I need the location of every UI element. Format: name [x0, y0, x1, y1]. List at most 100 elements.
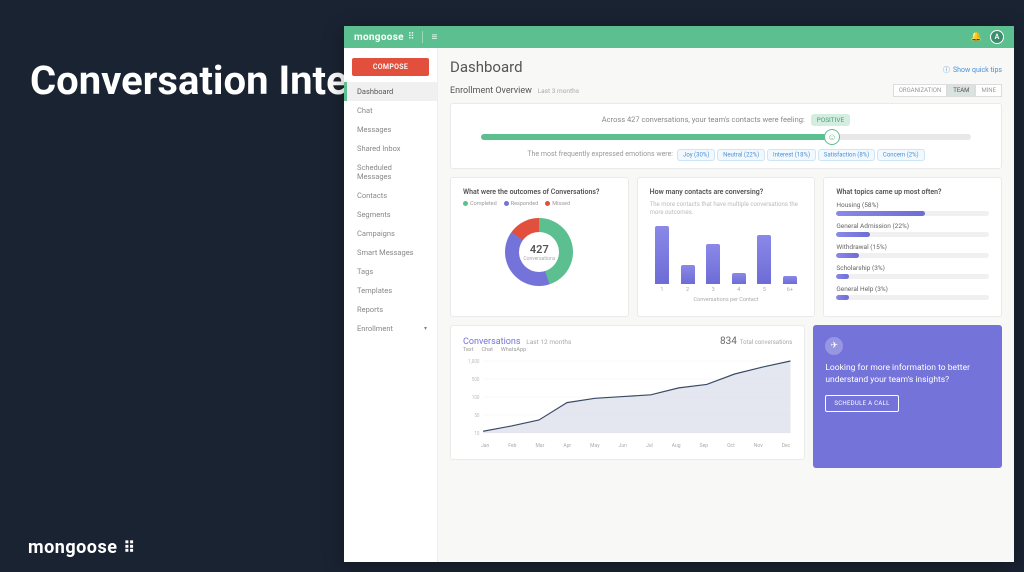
- topic-row: Withdrawal (15%): [836, 243, 989, 258]
- outcomes-donut-chart: 427 Conversations: [505, 218, 573, 286]
- donut-label: Conversations: [523, 256, 555, 262]
- month-label: Jan: [481, 443, 489, 449]
- bar-column: 3: [705, 244, 722, 293]
- paw-icon: ⠿: [408, 32, 415, 42]
- chart-subtitle: The more contacts that have multiple con…: [650, 201, 803, 217]
- smile-icon: ☺: [824, 129, 840, 145]
- section-title: Enrollment Overview: [450, 86, 532, 96]
- page-title: Dashboard: [450, 58, 523, 76]
- sidebar-item-enrollment[interactable]: Enrollment▾: [344, 319, 437, 338]
- month-label: Dec: [782, 443, 791, 449]
- period-label: Last 12 months: [526, 338, 571, 346]
- bar-column: 2: [679, 265, 696, 292]
- donut-value: 427: [523, 243, 555, 256]
- sidebar-item-tags[interactable]: Tags: [344, 262, 437, 281]
- chevron-down-icon: ▾: [424, 325, 427, 332]
- quick-tips-link[interactable]: ⓘ Show quick tips: [943, 65, 1002, 75]
- schedule-call-button[interactable]: SCHEDULE A CALL: [825, 395, 898, 412]
- sentiment-summary: Across 427 conversations, your team's co…: [463, 114, 989, 126]
- sidebar-item-dashboard[interactable]: Dashboard: [344, 82, 437, 101]
- info-icon: ⓘ: [943, 65, 950, 75]
- send-icon: ✈: [825, 337, 843, 355]
- sidebar-item-reports[interactable]: Reports: [344, 300, 437, 319]
- emotion-pill: Joy (30%): [677, 149, 715, 161]
- month-label: Mar: [536, 443, 545, 449]
- divider: [422, 31, 423, 43]
- sidebar-item-contacts[interactable]: Contacts: [344, 186, 437, 205]
- legend-item: Text: [463, 347, 473, 353]
- topbar: mongoose ⠿ ≡ 🔔 A: [344, 26, 1014, 48]
- total-conversations: 834Total conversations: [720, 336, 792, 347]
- emotion-pill: Concern (2%): [877, 149, 925, 161]
- feeling-pill: POSITIVE: [811, 114, 851, 126]
- sidebar-item-segments[interactable]: Segments: [344, 205, 437, 224]
- sidebar-item-templates[interactable]: Templates: [344, 281, 437, 300]
- legend-item: Missed: [545, 201, 570, 207]
- chart-axis-label: Conversations per Contact: [650, 297, 803, 303]
- emotion-pill: Interest (18%): [767, 149, 816, 161]
- sidebar-item-smart-messages[interactable]: Smart Messages: [344, 243, 437, 262]
- chart-title: How many contacts are conversing?: [650, 188, 803, 196]
- view-option-team[interactable]: TEAM: [947, 84, 975, 97]
- paw-icon: ⠿: [123, 538, 135, 557]
- cta-card: ✈ Looking for more information to better…: [813, 325, 1002, 468]
- month-label: Jun: [619, 443, 627, 449]
- emotion-pill: Neutral (22%): [717, 149, 765, 161]
- sidebar-item-messages[interactable]: Messages: [344, 120, 437, 139]
- slide-brand-logo: mongoose⠿: [28, 537, 136, 558]
- compose-button[interactable]: COMPOSE: [352, 58, 429, 76]
- chart-title: What were the outcomes of Conversations?: [463, 188, 616, 196]
- main-content: Dashboard ⓘ Show quick tips Enrollment O…: [438, 48, 1014, 562]
- sidebar-item-chat[interactable]: Chat: [344, 101, 437, 120]
- contacts-bar-chart: 12345 6+: [650, 223, 803, 293]
- month-label: Sep: [700, 443, 708, 449]
- bar-column: 5: [756, 235, 773, 293]
- sidebar-item-scheduled-messages[interactable]: Scheduled Messages: [344, 158, 437, 186]
- breadcrumb-menu-icon[interactable]: ≡: [431, 32, 437, 43]
- bell-icon[interactable]: 🔔: [971, 32, 982, 42]
- topic-row: General Help (3%): [836, 285, 989, 300]
- sentiment-card: Across 427 conversations, your team's co…: [450, 103, 1002, 169]
- view-option-mine[interactable]: MINE: [975, 84, 1002, 97]
- legend-item: WhatsApp: [501, 347, 526, 353]
- month-label: Nov: [754, 443, 763, 449]
- outcomes-card: What were the outcomes of Conversations?…: [450, 177, 629, 317]
- legend-item: Chat: [481, 347, 492, 353]
- chart-title: Conversations: [463, 337, 521, 347]
- topic-row: Housing (58%): [836, 201, 989, 216]
- sentiment-bar: ☺: [481, 134, 971, 140]
- month-label: Feb: [508, 443, 516, 449]
- svg-text:100: 100: [472, 395, 480, 401]
- app-window: mongoose ⠿ ≡ 🔔 A COMPOSE DashboardChatMe…: [344, 26, 1014, 562]
- conversations-card: Conversations Last 12 months 834Total co…: [450, 325, 805, 460]
- svg-text:500: 500: [472, 377, 480, 383]
- svg-text:1,000: 1,000: [468, 359, 479, 365]
- month-label: Jul: [646, 443, 653, 449]
- svg-text:10: 10: [474, 431, 479, 437]
- cta-text: Looking for more information to better u…: [825, 363, 990, 387]
- month-label: Oct: [727, 443, 735, 449]
- sidebar: COMPOSE DashboardChatMessagesShared Inbo…: [344, 48, 438, 562]
- bar-column: 6+: [782, 276, 799, 292]
- contacts-conversing-card: How many contacts are conversing? The mo…: [637, 177, 816, 317]
- emotions-list: The most frequently expressed emotions w…: [463, 150, 989, 158]
- month-label: Aug: [672, 443, 681, 449]
- chart-title: What topics came up most often?: [836, 188, 989, 196]
- bar-column: 4: [731, 273, 748, 293]
- svg-text:50: 50: [474, 413, 479, 419]
- view-scope-toggle: ORGANIZATIONTEAMMINE: [893, 84, 1002, 97]
- legend-item: Completed: [463, 201, 497, 207]
- view-option-organization[interactable]: ORGANIZATION: [893, 84, 948, 97]
- sidebar-item-campaigns[interactable]: Campaigns: [344, 224, 437, 243]
- topic-row: General Admission (22%): [836, 222, 989, 237]
- sidebar-item-shared-inbox[interactable]: Shared Inbox: [344, 139, 437, 158]
- topics-card: What topics came up most often? Housing …: [823, 177, 1002, 317]
- app-brand[interactable]: mongoose: [354, 32, 404, 43]
- bar-column: 1: [654, 226, 671, 293]
- avatar[interactable]: A: [990, 30, 1004, 44]
- month-label: Apr: [563, 443, 571, 449]
- period-label: Last 3 months: [538, 87, 579, 95]
- emotion-pill: Satisfaction (8%): [818, 149, 875, 161]
- legend-item: Responded: [504, 201, 539, 207]
- month-label: May: [590, 443, 599, 449]
